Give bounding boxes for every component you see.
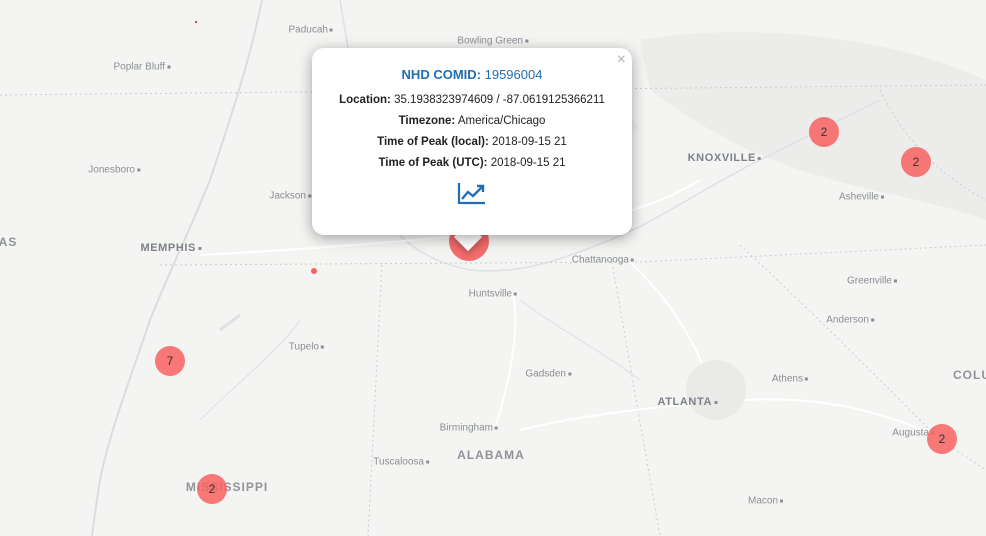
cluster-marker[interactable]: 2: [197, 474, 227, 504]
lake: [219, 313, 241, 332]
popup-peak-local: Time of Peak (local): 2018-09-15 21: [312, 136, 632, 148]
city-tupelo: Tupelo: [289, 342, 324, 353]
city-atlanta: ATLANTA: [657, 396, 717, 408]
cluster-marker[interactable]: 7: [155, 346, 185, 376]
peak-local-label: Time of Peak (local):: [377, 136, 489, 148]
mississippi-river: [91, 0, 263, 536]
line-chart-icon[interactable]: [457, 181, 487, 210]
popup-peak-utc: Time of Peak (UTC): 2018-09-15 21: [312, 157, 632, 169]
atlanta-urban-area: [686, 360, 746, 420]
city-jonesboro: Jonesboro: [88, 165, 140, 176]
cluster-marker[interactable]: 2: [927, 424, 957, 454]
city-anderson: Anderson: [826, 315, 874, 326]
city-bowling-green: Bowling Green: [457, 36, 528, 47]
city-chattanooga: Chattanooga: [572, 255, 634, 266]
popup-timezone: Timezone: America/Chicago: [312, 115, 632, 127]
city-poplar-bluff: Poplar Bluff: [113, 62, 170, 73]
info-popup: × NHD COMID: 19596004 Location: 35.19383…: [312, 48, 632, 235]
city-asheville: Asheville: [839, 192, 884, 203]
peak-local-value: 2018-09-15 21: [492, 136, 567, 148]
city-tuscaloosa: Tuscaloosa: [373, 457, 429, 468]
marker-point[interactable]: [311, 268, 317, 274]
close-icon[interactable]: ×: [617, 52, 626, 68]
peak-utc-value: 2018-09-15 21: [490, 157, 566, 169]
location-value: 35.1938323974609 / -87.0619125366211: [394, 94, 605, 106]
timezone-label: Timezone:: [398, 115, 456, 127]
highway-65: [494, 293, 517, 429]
state-label-alabama: ALABAMA: [457, 448, 525, 462]
ms-al-border: [367, 264, 383, 536]
state-label-arkansas: AS: [0, 235, 18, 249]
peak-utc-label: Time of Peak (UTC):: [378, 157, 488, 169]
location-label: Location:: [339, 94, 391, 106]
cluster-marker[interactable]: 2: [809, 117, 839, 147]
map-canvas[interactable]: MISSISSIPPI ALABAMA AS COLU Paducah Bowl…: [0, 0, 986, 536]
marker-tiny[interactable]: [195, 21, 197, 23]
city-huntsville: Huntsville: [469, 289, 517, 300]
city-athens: Athens: [772, 374, 808, 385]
comid-value: 19596004: [484, 67, 543, 82]
city-greenville: Greenville: [847, 276, 897, 287]
state-label-columbia: COLU: [953, 368, 986, 382]
city-jackson: Jackson: [269, 191, 311, 202]
city-memphis: MEMPHIS: [140, 242, 201, 254]
cluster-marker[interactable]: 2: [901, 147, 931, 177]
timezone-value: America/Chicago: [457, 115, 546, 127]
city-birmingham: Birmingham: [440, 423, 498, 434]
city-paducah: Paducah: [289, 25, 333, 36]
al-ga-border: [611, 261, 661, 536]
river-minor: [199, 319, 301, 421]
city-knoxville: KNOXVILLE: [688, 152, 761, 164]
popup-title: NHD COMID: 19596004: [312, 67, 632, 82]
comid-label: NHD COMID:: [401, 67, 481, 82]
popup-location: Location: 35.1938323974609 / -87.0619125…: [312, 94, 632, 106]
city-macon: Macon: [748, 496, 783, 507]
city-gadsden: Gadsden: [525, 369, 571, 380]
